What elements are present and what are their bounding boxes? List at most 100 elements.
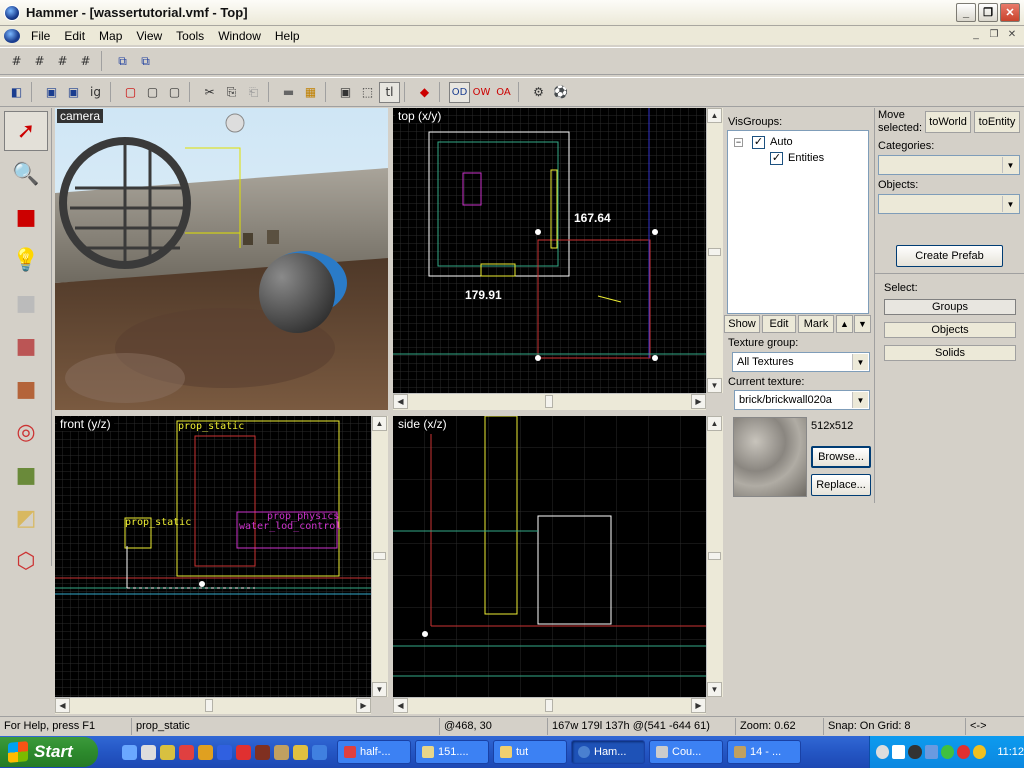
tray-arrow-icon[interactable] [876, 745, 890, 759]
document-icon[interactable] [4, 28, 20, 43]
scroll-thumb[interactable] [545, 395, 553, 408]
scroll-down-button[interactable]: ▼ [707, 682, 722, 697]
tree-item-auto[interactable]: Auto [770, 136, 793, 148]
scroll-up-button[interactable]: ▲ [372, 416, 387, 431]
side-vertical-scrollbar[interactable]: ▲ ▼ [706, 416, 723, 697]
entity-tool-icon[interactable]: 💡 [4, 240, 48, 280]
to-world-button[interactable]: toWorld [925, 111, 971, 133]
task-button[interactable]: 151.... [415, 740, 489, 764]
run-map-icon[interactable]: ⚽ [550, 82, 571, 103]
selection-tool-icon[interactable]: ➚ [4, 111, 48, 151]
tree-item-entities[interactable]: Entities [788, 152, 824, 164]
top-horizontal-scrollbar[interactable]: ◀ ▶ [393, 393, 706, 410]
close-button[interactable]: ✕ [1000, 3, 1020, 22]
browse-button[interactable]: Browse... [811, 446, 871, 468]
side-horizontal-scrollbar[interactable]: ◀ ▶ [393, 697, 706, 714]
menu-tools[interactable]: Tools [169, 29, 211, 43]
larger-grid-icon[interactable]: # [75, 51, 96, 72]
tree-collapse-icon[interactable]: − [734, 138, 743, 147]
make-hollow-icon[interactable]: ▣ [63, 82, 84, 103]
mark-button[interactable]: Mark [798, 315, 834, 333]
chevron-down-icon[interactable]: ▼ [852, 354, 868, 370]
hollow-icon[interactable]: ▣ [41, 82, 62, 103]
title-bar[interactable]: Hammer - [wassertutorial.vmf - Top] _ ❐ … [0, 0, 1024, 26]
hide-unselected-icon[interactable]: ▢ [142, 82, 163, 103]
scroll-right-button[interactable]: ▶ [691, 698, 706, 713]
move-down-button[interactable]: ▼ [854, 315, 871, 333]
camera-viewport[interactable]: camera [55, 108, 388, 410]
show-button[interactable]: Show [724, 315, 760, 333]
task-button[interactable]: Cou... [649, 740, 723, 764]
scissors-icon[interactable] [312, 744, 327, 760]
scroll-up-button[interactable]: ▲ [707, 108, 722, 123]
mdi-close-button[interactable]: ✕ [1004, 27, 1020, 41]
display-ow-icon[interactable]: OW [471, 82, 492, 103]
scroll-right-button[interactable]: ▶ [691, 394, 706, 409]
decal-tool-icon[interactable]: ◎ [4, 412, 48, 452]
check-problems-icon[interactable]: ◆ [414, 82, 435, 103]
copy-icon[interactable]: ⎘ [221, 82, 242, 103]
pencil-icon[interactable] [198, 744, 213, 760]
top-vertical-scrollbar[interactable]: ▲ ▼ [706, 108, 723, 393]
front-horizontal-scrollbar[interactable]: ◀ ▶ [55, 697, 371, 714]
show-all-icon[interactable]: ▢ [164, 82, 185, 103]
select-groups-button[interactable]: Groups [884, 299, 1016, 315]
task-button[interactable]: Ham... [571, 740, 645, 764]
front-vertical-scrollbar[interactable]: ▲ ▼ [371, 416, 388, 697]
replace-button[interactable]: Replace... [811, 474, 871, 496]
texture-group-select[interactable]: All Textures ▼ [732, 352, 870, 372]
move-up-button[interactable]: ▲ [836, 315, 853, 333]
current-texture-select[interactable]: brick/brickwall020a ▼ [734, 390, 870, 410]
edit-button[interactable]: Edit [762, 315, 796, 333]
steam-icon[interactable] [908, 745, 922, 759]
apply-texture-icon[interactable]: ■ [4, 369, 48, 409]
mdi-minimize-button[interactable]: _ [968, 27, 984, 41]
mdi-restore-button[interactable]: ❐ [986, 27, 1002, 41]
menu-map[interactable]: Map [92, 29, 129, 43]
scroll-up-button[interactable]: ▲ [707, 416, 722, 431]
mail-icon[interactable] [892, 745, 906, 759]
3d-grid-icon[interactable]: # [29, 51, 50, 72]
smaller-grid-icon[interactable]: # [52, 51, 73, 72]
scroll-left-button[interactable]: ◀ [393, 698, 408, 713]
side-viewport[interactable]: side (x/z) [393, 416, 706, 697]
start-button[interactable]: Start [0, 737, 98, 767]
ungroup-icon[interactable]: ⧉ [135, 51, 156, 72]
select-solids-button[interactable]: Solids [884, 345, 1016, 361]
scroll-left-button[interactable]: ◀ [55, 698, 70, 713]
toggle-texlock-icon[interactable]: tl [379, 81, 400, 103]
cut-icon[interactable]: ✂ [199, 82, 220, 103]
scroll-down-button[interactable]: ▼ [372, 682, 387, 697]
calculator-icon[interactable] [141, 744, 156, 760]
messenger-icon[interactable] [940, 745, 954, 759]
scroll-right-button[interactable]: ▶ [356, 698, 371, 713]
app-icon[interactable] [160, 744, 175, 760]
create-prefab-button[interactable]: Create Prefab [896, 245, 1003, 267]
mail-icon[interactable] [255, 744, 270, 760]
select-handles-icon[interactable]: ▣ [335, 82, 356, 103]
hammer-icon[interactable] [274, 744, 289, 760]
chevron-down-icon[interactable]: ▼ [852, 392, 868, 408]
steam-icon[interactable] [217, 744, 232, 760]
texture-scale-lock-icon[interactable]: ▦ [300, 82, 321, 103]
scroll-thumb[interactable] [708, 248, 721, 256]
to-entity-button[interactable]: toEntity [974, 111, 1020, 133]
menu-edit[interactable]: Edit [57, 29, 92, 43]
maximize-button[interactable]: ❐ [978, 3, 998, 22]
select-objects-button[interactable]: Objects [884, 322, 1016, 338]
overlay-tool-icon[interactable]: ■ [4, 455, 48, 495]
minimize-button[interactable]: _ [956, 3, 976, 22]
entity-report-icon[interactable]: ⚙ [528, 82, 549, 103]
network-icon[interactable] [924, 745, 938, 759]
autoselect-icon[interactable]: ⬚ [357, 82, 378, 103]
scroll-thumb[interactable] [708, 552, 721, 560]
scroll-down-button[interactable]: ▼ [707, 378, 722, 393]
texture-lock-icon[interactable]: ▬ [278, 82, 299, 103]
objects-select[interactable]: ▼ [878, 194, 1020, 214]
halflife-icon[interactable] [179, 744, 194, 760]
scroll-thumb[interactable] [373, 552, 386, 560]
person-icon[interactable] [293, 744, 308, 760]
carve-icon[interactable]: ◧ [6, 82, 27, 103]
clipping-tool-icon[interactable]: ◩ [4, 498, 48, 538]
antivirus-icon[interactable] [956, 745, 971, 759]
